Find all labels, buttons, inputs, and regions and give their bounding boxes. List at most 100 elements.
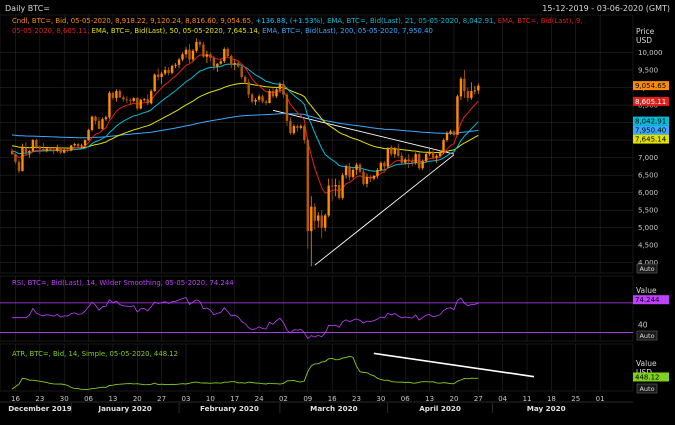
legend-candle-text: Cndl, BTC=, Bid, 05-05-2020, 8,918.22, 9… (12, 17, 255, 25)
candle-body (17, 161, 21, 171)
candle-body (63, 149, 66, 153)
candle-body (80, 145, 83, 147)
candle-body (296, 126, 299, 128)
candle-body (271, 91, 275, 97)
candle-body (153, 74, 156, 92)
candle-body (90, 116, 94, 130)
candle-body (188, 49, 191, 60)
price-badge-label: 7,645.14 (635, 136, 667, 144)
candle-body (69, 145, 73, 151)
price-tick-label: 6,000 (638, 189, 658, 197)
candle-body (132, 98, 135, 101)
candle-body (160, 73, 163, 78)
candle-body (223, 49, 226, 62)
candle-body (341, 175, 344, 198)
candle-body (209, 54, 212, 58)
day-tick-label: 11 (523, 395, 532, 403)
candle-body (390, 147, 393, 155)
candle-body (87, 129, 90, 141)
price-auto-label: Auto (639, 265, 654, 273)
candle-body (404, 159, 407, 163)
candle-body (337, 184, 341, 198)
candle-body (306, 140, 309, 232)
candle-body (383, 162, 386, 167)
candle-body (243, 77, 247, 83)
day-tick-label: 13 (425, 395, 434, 403)
candle-body (191, 50, 195, 60)
rsi-value-badge: 74.244 (633, 295, 669, 305)
day-tick-label: 18 (547, 395, 556, 403)
legend-ema50-text: EMA, BTC=, Bid(Last), 50, 05-05-2020, 7,… (92, 27, 263, 35)
day-tick-label: 06 (401, 395, 410, 403)
price-legend-line-1: Cndl, BTC=, Bid, 05-05-2020, 8,918.22, 9… (12, 17, 582, 25)
candle-body (24, 147, 28, 153)
candle-body (355, 164, 358, 170)
candle-body (66, 149, 69, 151)
candle-body (449, 131, 452, 134)
candle-body (445, 133, 449, 141)
candle-body (379, 162, 383, 170)
price-tick-label: 5,500 (638, 207, 658, 215)
candle-body (45, 148, 48, 151)
candle-body (477, 85, 480, 91)
candle-body (49, 148, 52, 150)
candle-body (202, 44, 205, 57)
candle-body (31, 140, 35, 151)
candle-body (421, 161, 424, 169)
candle-body (324, 215, 327, 228)
candle-body (104, 117, 108, 120)
candle-body (216, 63, 219, 67)
candle-body (226, 49, 229, 57)
candle-body (230, 56, 233, 65)
candle-body (428, 152, 431, 155)
candle-body (369, 176, 372, 179)
atr-axis-label: Value (636, 359, 657, 368)
candle-body (111, 92, 115, 99)
candle-body (52, 149, 55, 151)
candle-body (35, 140, 38, 147)
rsi-badge-label: 74.244 (635, 296, 660, 304)
candle-body (473, 90, 477, 92)
legend-ema9-text: EMA, BTC=, Bid(Last), 9, (498, 17, 583, 25)
candle-body (198, 42, 202, 45)
candle-body (76, 143, 80, 147)
chart-date-range: 15-12-2019 - 03-06-2020 (GMT) (542, 4, 670, 13)
rsi-axis-tick: 40 (638, 321, 648, 330)
candle-body (42, 148, 45, 151)
price-badge-label: 7,950.40 (635, 127, 666, 135)
candle-body (376, 169, 379, 176)
candle-body (438, 152, 442, 156)
candle-body (163, 70, 167, 74)
candle-body (372, 175, 376, 179)
candle-body (466, 91, 470, 99)
candle-body (289, 120, 292, 134)
candle-body (278, 84, 282, 90)
candle-body (285, 94, 289, 121)
candle-body (358, 164, 362, 172)
price-badge-label: 8,042.91 (635, 118, 666, 126)
candle-body (167, 70, 170, 73)
day-tick-label: 17 (230, 395, 239, 403)
candle-body (400, 155, 403, 163)
candle-body (365, 176, 369, 184)
chart-canvas[interactable]: Daily BTC= 15-12-2019 - 03-06-2020 (GMT)… (0, 0, 675, 425)
candle-body (442, 140, 445, 153)
price-axis-unit: USD (636, 36, 652, 45)
day-tick-label: 23 (35, 395, 44, 403)
atr-badge-label: 448.12 (635, 373, 660, 381)
candle-body (97, 120, 101, 129)
day-tick-label: 27 (157, 395, 166, 403)
candle-body (205, 54, 209, 57)
month-label: April 2020 (419, 404, 461, 413)
atr-auto-label: Auto (639, 385, 654, 393)
price-legend-line-2: 05-05-2020, 8,605.11, EMA, BTC=, Bid(Las… (12, 27, 433, 35)
candle-body (351, 169, 355, 177)
day-tick-label: 25 (571, 395, 580, 403)
candle-body (146, 99, 149, 104)
candle-body (414, 154, 417, 163)
day-tick-label: 27 (474, 395, 483, 403)
candle-body (101, 119, 104, 129)
day-tick-label: 01 (596, 395, 605, 403)
candle-body (14, 154, 17, 162)
candle-body (268, 91, 271, 103)
